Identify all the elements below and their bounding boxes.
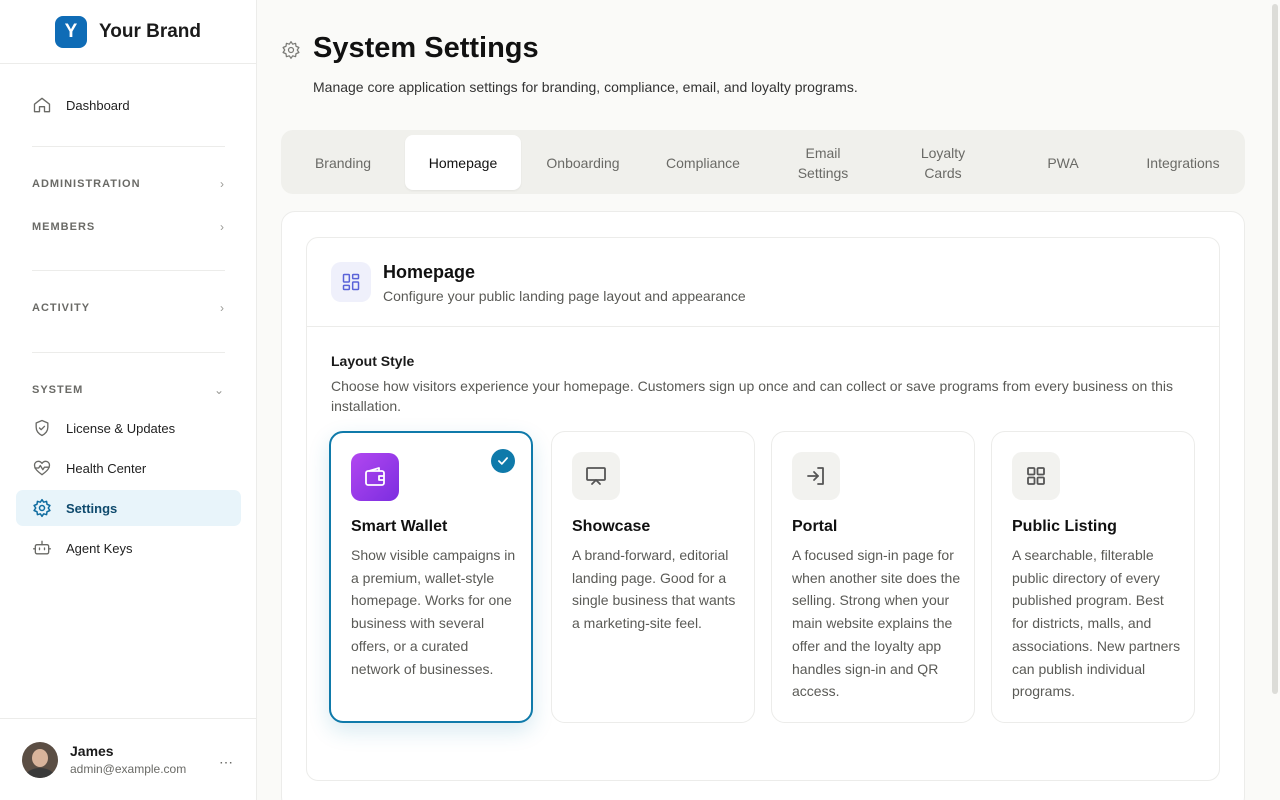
homepage-card: Homepage Configure your public landing p…	[306, 237, 1220, 781]
sidebar-item-agent-keys[interactable]: Agent Keys	[16, 530, 241, 566]
tab-label-line: Email	[805, 144, 841, 161]
tab-label: Branding	[314, 154, 372, 171]
avatar	[22, 741, 58, 778]
option-description: Show visible campaigns in a premium, wal…	[351, 547, 516, 677]
sidebar-section-activity[interactable]: ACTIVITY ›	[32, 301, 225, 315]
shield-check-icon	[35, 419, 49, 437]
sidebar-item-label: Dashboard	[66, 97, 130, 113]
presentation-icon	[572, 452, 620, 500]
tab-label: Integrations	[1146, 154, 1220, 171]
option-description: A brand-forward, editorial landing page.…	[572, 547, 736, 632]
section-title: Homepage	[383, 262, 476, 282]
settings-panel: Homepage Configure your public landing p…	[281, 211, 1245, 800]
option-description: A focused sign-in page for when another …	[792, 547, 961, 700]
page-subtitle: Manage core application settings for bra…	[313, 79, 858, 95]
sidebar-item-license[interactable]: License & Updates	[16, 410, 241, 446]
layout-option-portal[interactable]: Portal A focused sign-in page for when a…	[771, 431, 975, 723]
tab-label-line: Cards	[924, 164, 962, 181]
option-title: Showcase	[572, 518, 651, 535]
divider	[32, 146, 225, 147]
sidebar-item-dashboard[interactable]: Dashboard	[16, 87, 241, 123]
chevron-down-icon: ⌄	[213, 383, 225, 397]
main-content: System Settings Manage core application …	[257, 0, 1270, 800]
section-label: MEMBERS	[32, 221, 96, 233]
section-header: Homepage Configure your public landing p…	[307, 238, 1219, 327]
sidebar-item-settings[interactable]: Settings	[16, 490, 241, 526]
tab-label: Onboarding	[546, 154, 620, 171]
tab-integrations[interactable]: Integrations	[1125, 135, 1241, 190]
divider	[32, 352, 225, 353]
divider	[32, 270, 225, 271]
layout-option-smart-wallet[interactable]: Smart Wallet Show visible campaigns in a…	[329, 431, 533, 723]
bot-icon	[33, 540, 51, 555]
tab-label: PWA	[1047, 154, 1079, 171]
tab-email-settings[interactable]: Email Settings	[765, 135, 881, 190]
section-label: SYSTEM	[32, 384, 84, 396]
section-description: Configure your public landing page layou…	[383, 288, 746, 304]
tab-label: Compliance	[666, 154, 740, 171]
sidebar: Y Your Brand Dashboard ADMINISTRATION › …	[0, 0, 257, 800]
option-title: Smart Wallet	[351, 518, 448, 535]
gear-icon	[282, 41, 300, 59]
brand[interactable]: Y Your Brand	[0, 0, 256, 64]
wallet-icon	[351, 453, 399, 501]
tab-homepage[interactable]: Homepage	[405, 135, 521, 190]
sidebar-item-label: Health Center	[66, 460, 147, 476]
tab-label-line: Loyalty	[920, 144, 966, 161]
sidebar-item-label: Settings	[66, 500, 118, 516]
grid-icon	[1012, 452, 1060, 500]
sidebar-section-system[interactable]: SYSTEM ⌄	[32, 383, 225, 397]
option-title: Public Listing	[1012, 518, 1117, 535]
sidebar-item-label: Agent Keys	[66, 540, 133, 556]
layout-style-description: Choose how visitors experience your home…	[331, 378, 1173, 414]
section-label: ADMINISTRATION	[32, 178, 141, 190]
tab-label: Homepage	[428, 154, 498, 171]
user-profile[interactable]: James admin@example.com ⋯	[0, 718, 256, 800]
tab-pwa[interactable]: PWA	[1005, 135, 1121, 190]
more-options-icon[interactable]: ⋯	[219, 754, 234, 771]
layout-grid-icon	[331, 262, 371, 302]
gear-icon	[33, 498, 51, 518]
sidebar-section-members[interactable]: MEMBERS ›	[32, 220, 225, 234]
layout-option-showcase[interactable]: Showcase A brand-forward, editorial land…	[551, 431, 755, 723]
page-title: System Settings	[313, 32, 539, 64]
section-label: ACTIVITY	[32, 302, 91, 314]
chevron-right-icon: ›	[220, 301, 225, 315]
sign-in-icon	[792, 452, 840, 500]
tab-label-line: Settings	[797, 164, 849, 181]
sidebar-section-administration[interactable]: ADMINISTRATION ›	[32, 177, 225, 191]
tab-loyalty-cards[interactable]: Loyalty Cards	[885, 135, 1001, 190]
home-icon	[33, 97, 51, 113]
layout-style-label: Layout Style	[331, 353, 415, 369]
page-scrollbar[interactable]	[1272, 4, 1278, 694]
tab-label: Loyalty Cards	[921, 143, 965, 183]
heart-pulse-icon	[33, 460, 51, 476]
user-email: admin@example.com	[70, 762, 187, 776]
settings-tabs: Branding Homepage Onboarding Compliance …	[281, 130, 1245, 194]
brand-name: Your Brand	[98, 20, 202, 42]
sidebar-item-health[interactable]: Health Center	[16, 450, 241, 486]
tab-compliance[interactable]: Compliance	[645, 135, 761, 190]
option-title: Portal	[792, 518, 838, 535]
tab-branding[interactable]: Branding	[285, 135, 401, 190]
option-description: A searchable, filterable public director…	[1012, 547, 1181, 700]
tab-onboarding[interactable]: Onboarding	[525, 135, 641, 190]
user-name: James	[70, 743, 114, 759]
sidebar-item-label: License & Updates	[66, 420, 176, 436]
chevron-right-icon: ›	[220, 220, 225, 234]
check-icon	[491, 449, 515, 473]
chevron-right-icon: ›	[220, 177, 225, 191]
layout-option-public-listing[interactable]: Public Listing A searchable, filterable …	[991, 431, 1195, 723]
tab-label: Email Settings	[798, 143, 849, 183]
brand-logo: Y	[54, 15, 87, 48]
